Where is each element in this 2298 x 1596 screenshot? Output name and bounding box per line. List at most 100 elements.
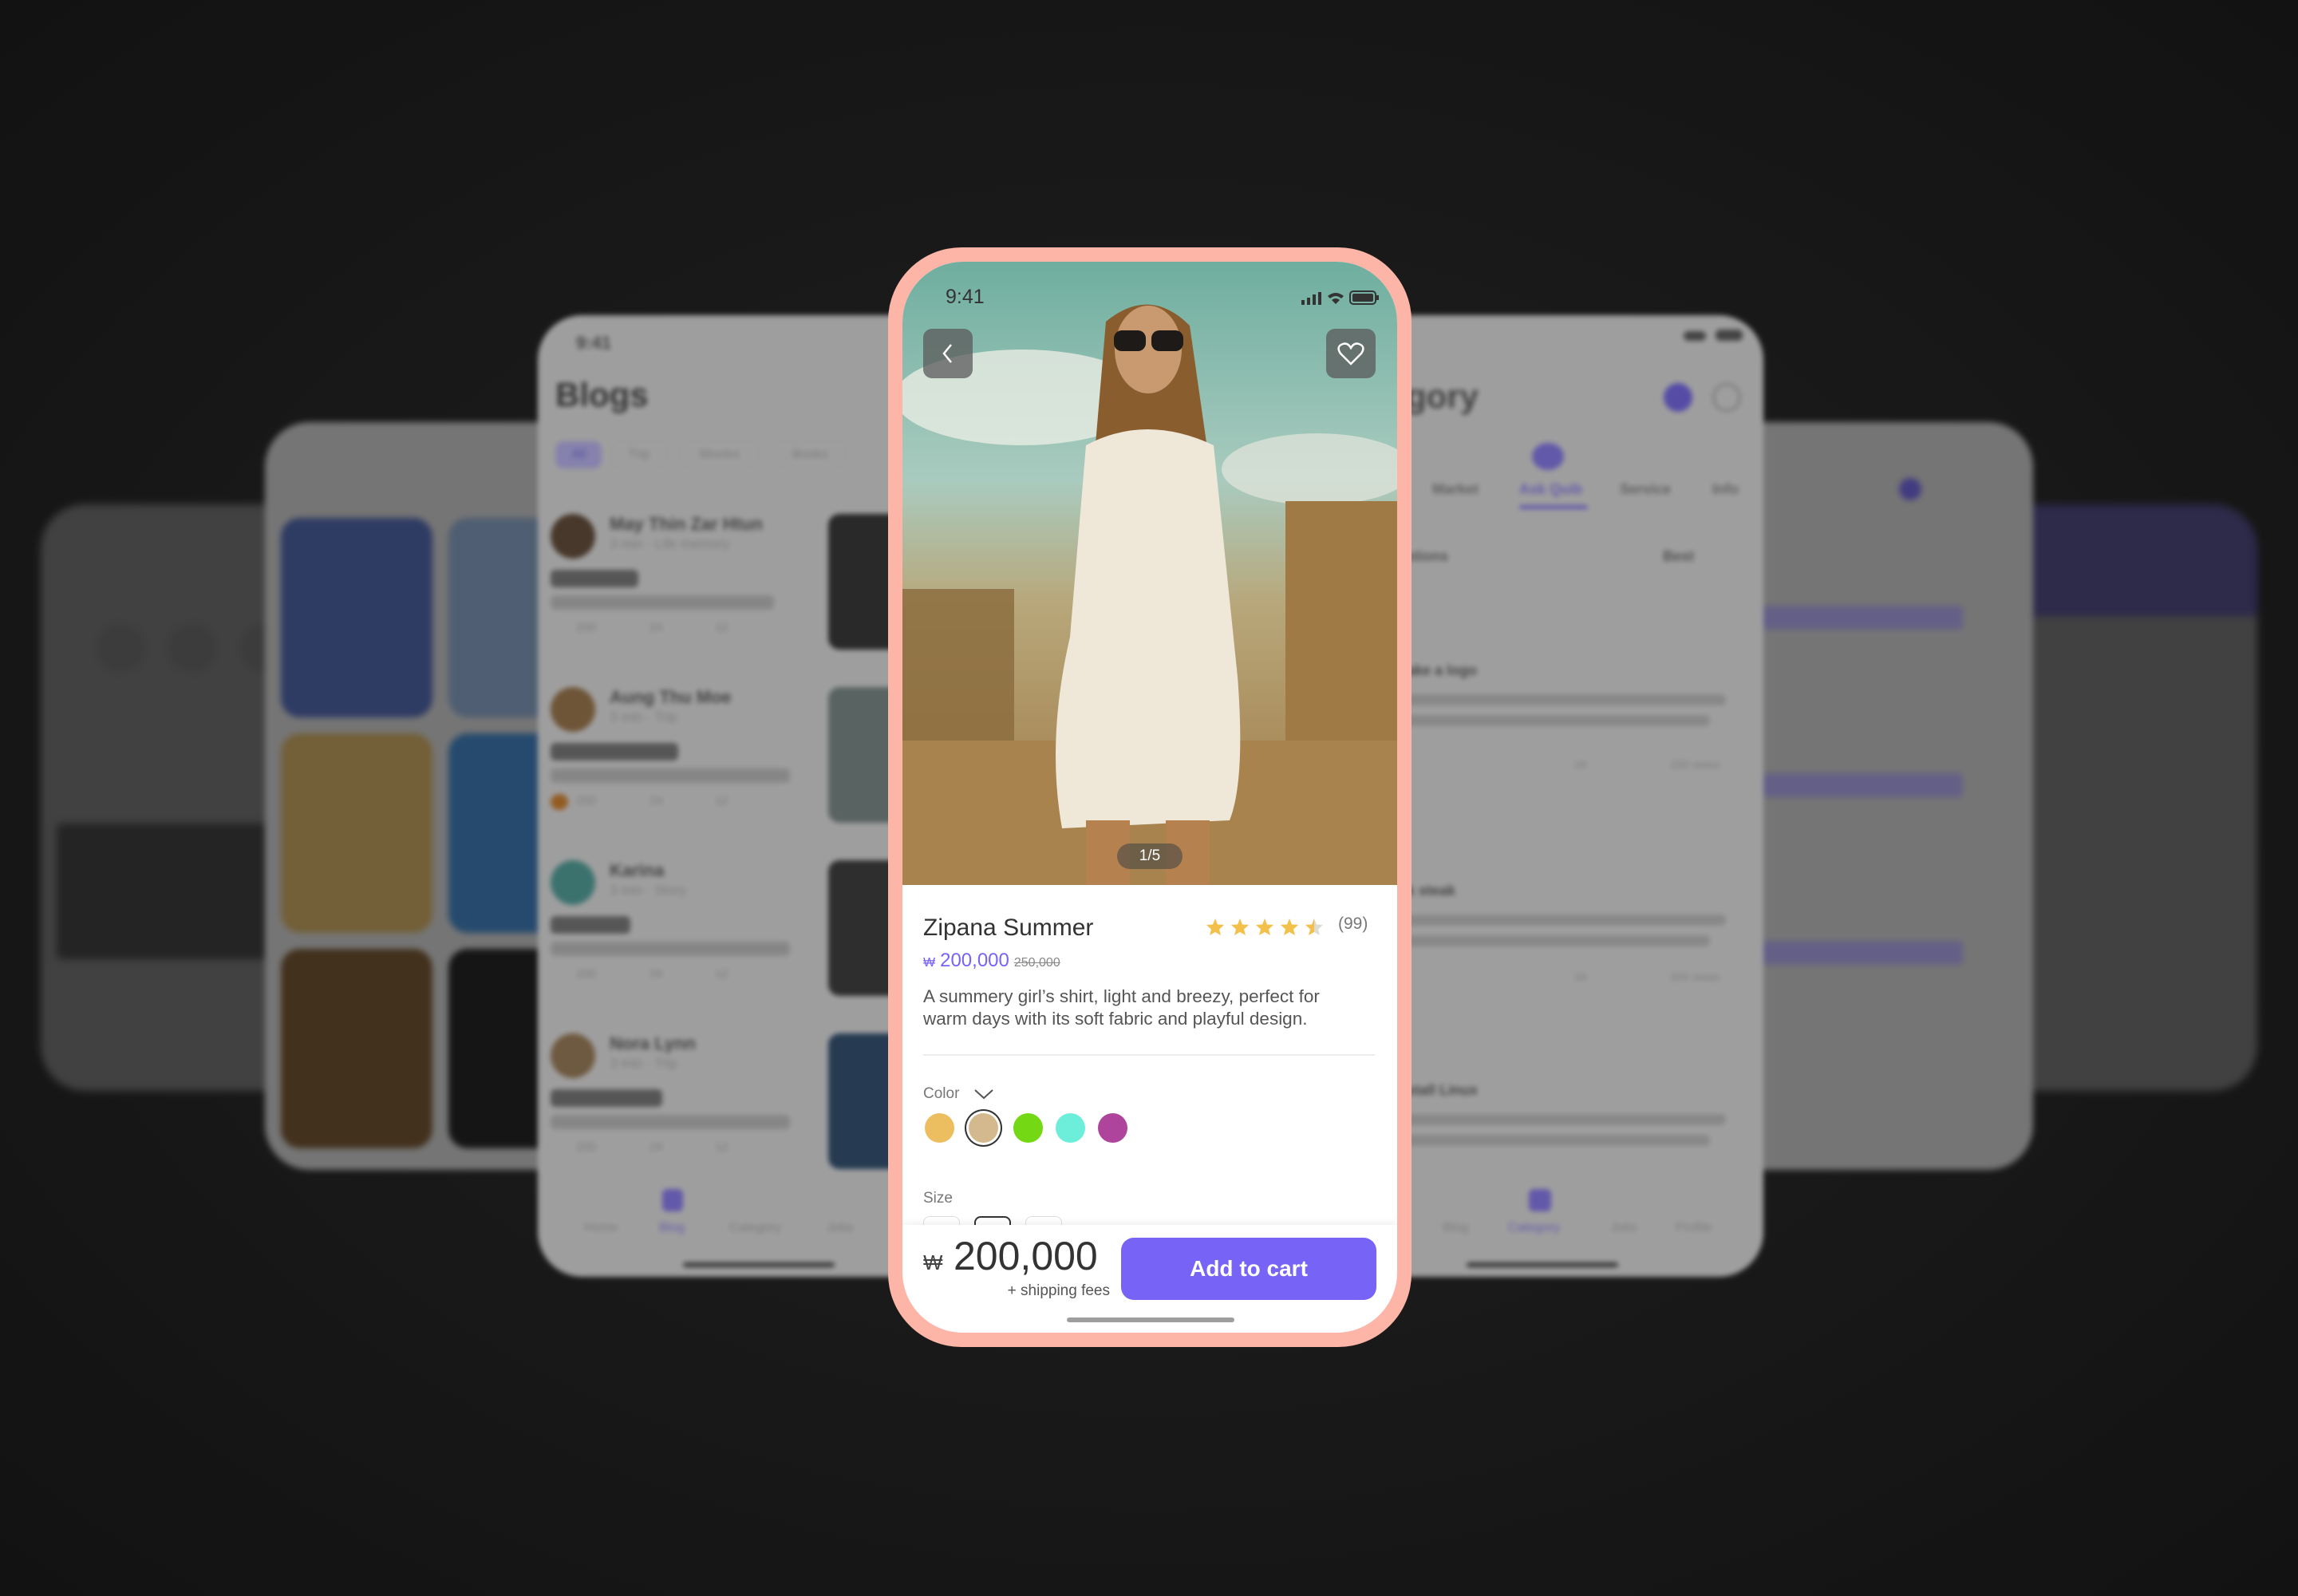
description-line-1: A summery girl’s shirt, light and breezy… xyxy=(923,986,1320,1006)
nav-category[interactable]: Category xyxy=(729,1221,781,1235)
back-button[interactable] xyxy=(923,329,973,378)
card-title: k steak xyxy=(1407,883,1456,899)
card-title: ake a logo xyxy=(1407,662,1478,678)
post-meta: 3 min · Trip xyxy=(610,709,678,725)
tab-market[interactable]: Market xyxy=(1432,481,1479,498)
nav-home[interactable]: Home xyxy=(584,1221,618,1235)
share-count: 12 xyxy=(715,967,728,981)
home-indicator xyxy=(1467,1262,1618,1267)
question-card[interactable]: k steak 24 200 views xyxy=(1406,810,1749,995)
sale-price: 200,000 xyxy=(940,950,1009,971)
star-icon xyxy=(1206,918,1224,935)
nav-jobs[interactable]: Jobs xyxy=(827,1221,854,1235)
add-to-cart-button[interactable]: Add to cart xyxy=(1121,1238,1376,1300)
price-line: ₩ 200,000 250,000 xyxy=(923,950,1060,972)
like-count: 200 xyxy=(576,621,597,634)
tab-all[interactable]: All xyxy=(555,441,602,468)
comment-count: 24 xyxy=(650,1140,663,1154)
star-icon xyxy=(1256,918,1273,935)
product-detail-screen: 9:41 1/5 Zipana Summer (99) ₩ 200,000 25… xyxy=(902,262,1397,1333)
home-indicator xyxy=(683,1262,835,1267)
tab-movies[interactable]: Movies xyxy=(680,441,760,468)
page-title: gory xyxy=(1406,377,1479,415)
wifi-icon xyxy=(1328,293,1344,304)
tab-info[interactable]: Info xyxy=(1712,481,1739,498)
color-swatch[interactable] xyxy=(1098,1113,1127,1143)
home-indicator xyxy=(1067,1317,1234,1322)
status-time: 9:41 xyxy=(946,286,985,308)
star-icon xyxy=(1281,918,1298,935)
post-author: Nora Lynn xyxy=(610,1033,696,1053)
page-title: Blogs xyxy=(555,376,649,413)
chat-icon[interactable] xyxy=(1712,383,1741,412)
liked-heart-icon[interactable] xyxy=(551,794,568,810)
notification-icon[interactable] xyxy=(1664,383,1692,412)
question-card[interactable]: ake a logo 24 200 views xyxy=(1406,606,1749,791)
currency-symbol: ₩ xyxy=(923,956,936,970)
post-author: Karina xyxy=(610,860,665,880)
share-count: 12 xyxy=(715,794,728,808)
image-counter: 1/5 xyxy=(1117,843,1183,869)
product-detail-phone: 9:41 1/5 Zipana Summer (99) ₩ 200,000 25… xyxy=(888,247,1412,1347)
card-title: stall Linux xyxy=(1407,1082,1479,1098)
tab-service[interactable]: Service xyxy=(1620,481,1671,498)
comment-count: 24 xyxy=(650,794,663,808)
avatar xyxy=(551,687,595,732)
color-swatch[interactable] xyxy=(1056,1113,1085,1143)
like-count: 200 xyxy=(576,1140,597,1154)
nav-profile[interactable]: Profile xyxy=(1676,1221,1712,1235)
star-icon xyxy=(1231,918,1249,935)
signal-icon xyxy=(1301,292,1321,305)
color-dropdown[interactable]: Color xyxy=(923,1085,994,1103)
tab-ask-quib[interactable]: Ask Quib xyxy=(1519,481,1582,498)
status-icons xyxy=(1301,290,1380,305)
product-title: Zipana Summer xyxy=(923,915,1094,941)
total-price: 200,000 xyxy=(954,1234,1098,1278)
color-swatch[interactable] xyxy=(1013,1113,1043,1143)
total-currency: ₩ xyxy=(923,1250,943,1274)
status-time: 9:41 xyxy=(576,333,612,353)
heart-icon xyxy=(1337,342,1364,365)
post-author: Aung Thu Moe xyxy=(610,687,732,707)
nav-blog[interactable]: Blog xyxy=(1443,1221,1468,1235)
nav-jobs[interactable]: Jobs xyxy=(1610,1221,1637,1235)
like-count: 200 xyxy=(576,967,597,981)
bottom-bar: ₩ 200,000 + shipping fees Add to cart xyxy=(902,1225,1397,1333)
product-image[interactable]: 9:41 1/5 xyxy=(902,262,1397,885)
description-line-2: warm days with its soft fabric and playf… xyxy=(923,1009,1308,1029)
favorite-button[interactable] xyxy=(1326,329,1376,378)
avatar xyxy=(551,860,595,905)
tab-books[interactable]: Books xyxy=(774,441,846,468)
comment-count: 24 xyxy=(1574,758,1587,771)
post-meta: 3 min · Trip xyxy=(610,1056,678,1071)
view-count: 200 views xyxy=(1670,970,1720,983)
like-count: 200 xyxy=(576,794,597,808)
post-meta: 3 min · Story xyxy=(610,883,687,898)
tab-trip[interactable]: Trip xyxy=(611,441,667,468)
original-price: 250,000 xyxy=(1013,956,1060,970)
color-swatch-selected[interactable] xyxy=(969,1113,998,1143)
question-card[interactable]: stall Linux xyxy=(1406,1017,1749,1177)
battery-icon xyxy=(1349,290,1379,305)
post-author: May Thin Zar Htun xyxy=(610,514,763,534)
product-photo xyxy=(902,262,1397,885)
avatar xyxy=(551,514,595,559)
chevron-left-icon xyxy=(942,344,952,363)
post-meta: 3 min · Life memory xyxy=(610,536,730,551)
comment-count: 24 xyxy=(1574,970,1587,983)
section-title: stions xyxy=(1406,548,1449,564)
sort-dropdown[interactable]: Best xyxy=(1663,548,1694,565)
comment-count: 24 xyxy=(650,621,663,634)
view-count: 200 views xyxy=(1670,758,1720,771)
share-count: 12 xyxy=(715,621,728,634)
divider xyxy=(923,1054,1375,1056)
chevron-down-icon xyxy=(974,1089,994,1100)
star-icon xyxy=(1305,918,1323,935)
color-swatch[interactable] xyxy=(925,1113,954,1143)
avatar xyxy=(551,1033,595,1078)
nav-blog[interactable]: Blog xyxy=(659,1221,685,1235)
color-label: Color xyxy=(923,1085,960,1102)
rating-stars xyxy=(1206,918,1324,936)
shipping-note: + shipping fees xyxy=(1007,1282,1110,1299)
nav-category[interactable]: Category xyxy=(1508,1221,1560,1235)
